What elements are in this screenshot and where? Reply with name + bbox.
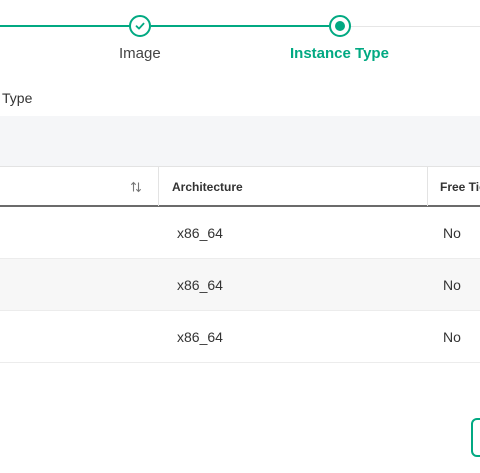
architecture-cell: x86_64 [177,277,223,293]
check-icon [135,22,145,30]
wizard-stepper: Image Instance Type [0,0,480,70]
table-row[interactable]: x86_64 No [0,207,480,259]
table-header: Architecture Free Tier [0,166,480,207]
table-row[interactable]: x86_64 No [0,311,480,363]
architecture-cell: x86_64 [177,329,223,345]
free-tier-cell: No [443,277,461,293]
step-image-check-icon[interactable] [129,15,151,37]
step-instance-type-current-icon[interactable] [329,15,351,37]
step-connector [0,25,130,27]
table-row[interactable]: x86_64 No [0,259,480,311]
step-connector [151,25,329,27]
step-label-instance-type[interactable]: Instance Type [290,44,389,64]
current-step-dot [335,21,345,31]
free-tier-cell: No [443,225,461,241]
sort-icon[interactable] [130,181,142,193]
architecture-cell: x86_64 [177,225,223,241]
step-label-image[interactable]: Image [119,44,161,64]
filter-bar [0,116,480,166]
free-tier-cell: No [443,329,461,345]
step-connector [351,26,480,27]
column-header-name[interactable] [0,167,159,206]
column-header-free-tier[interactable]: Free Tier [427,167,480,206]
instance-type-table: Architecture Free Tier x86_64 No x86_64 … [0,166,480,363]
column-header-architecture[interactable]: Architecture [172,167,243,206]
action-button[interactable] [471,418,480,457]
section-title: Type [2,90,33,106]
